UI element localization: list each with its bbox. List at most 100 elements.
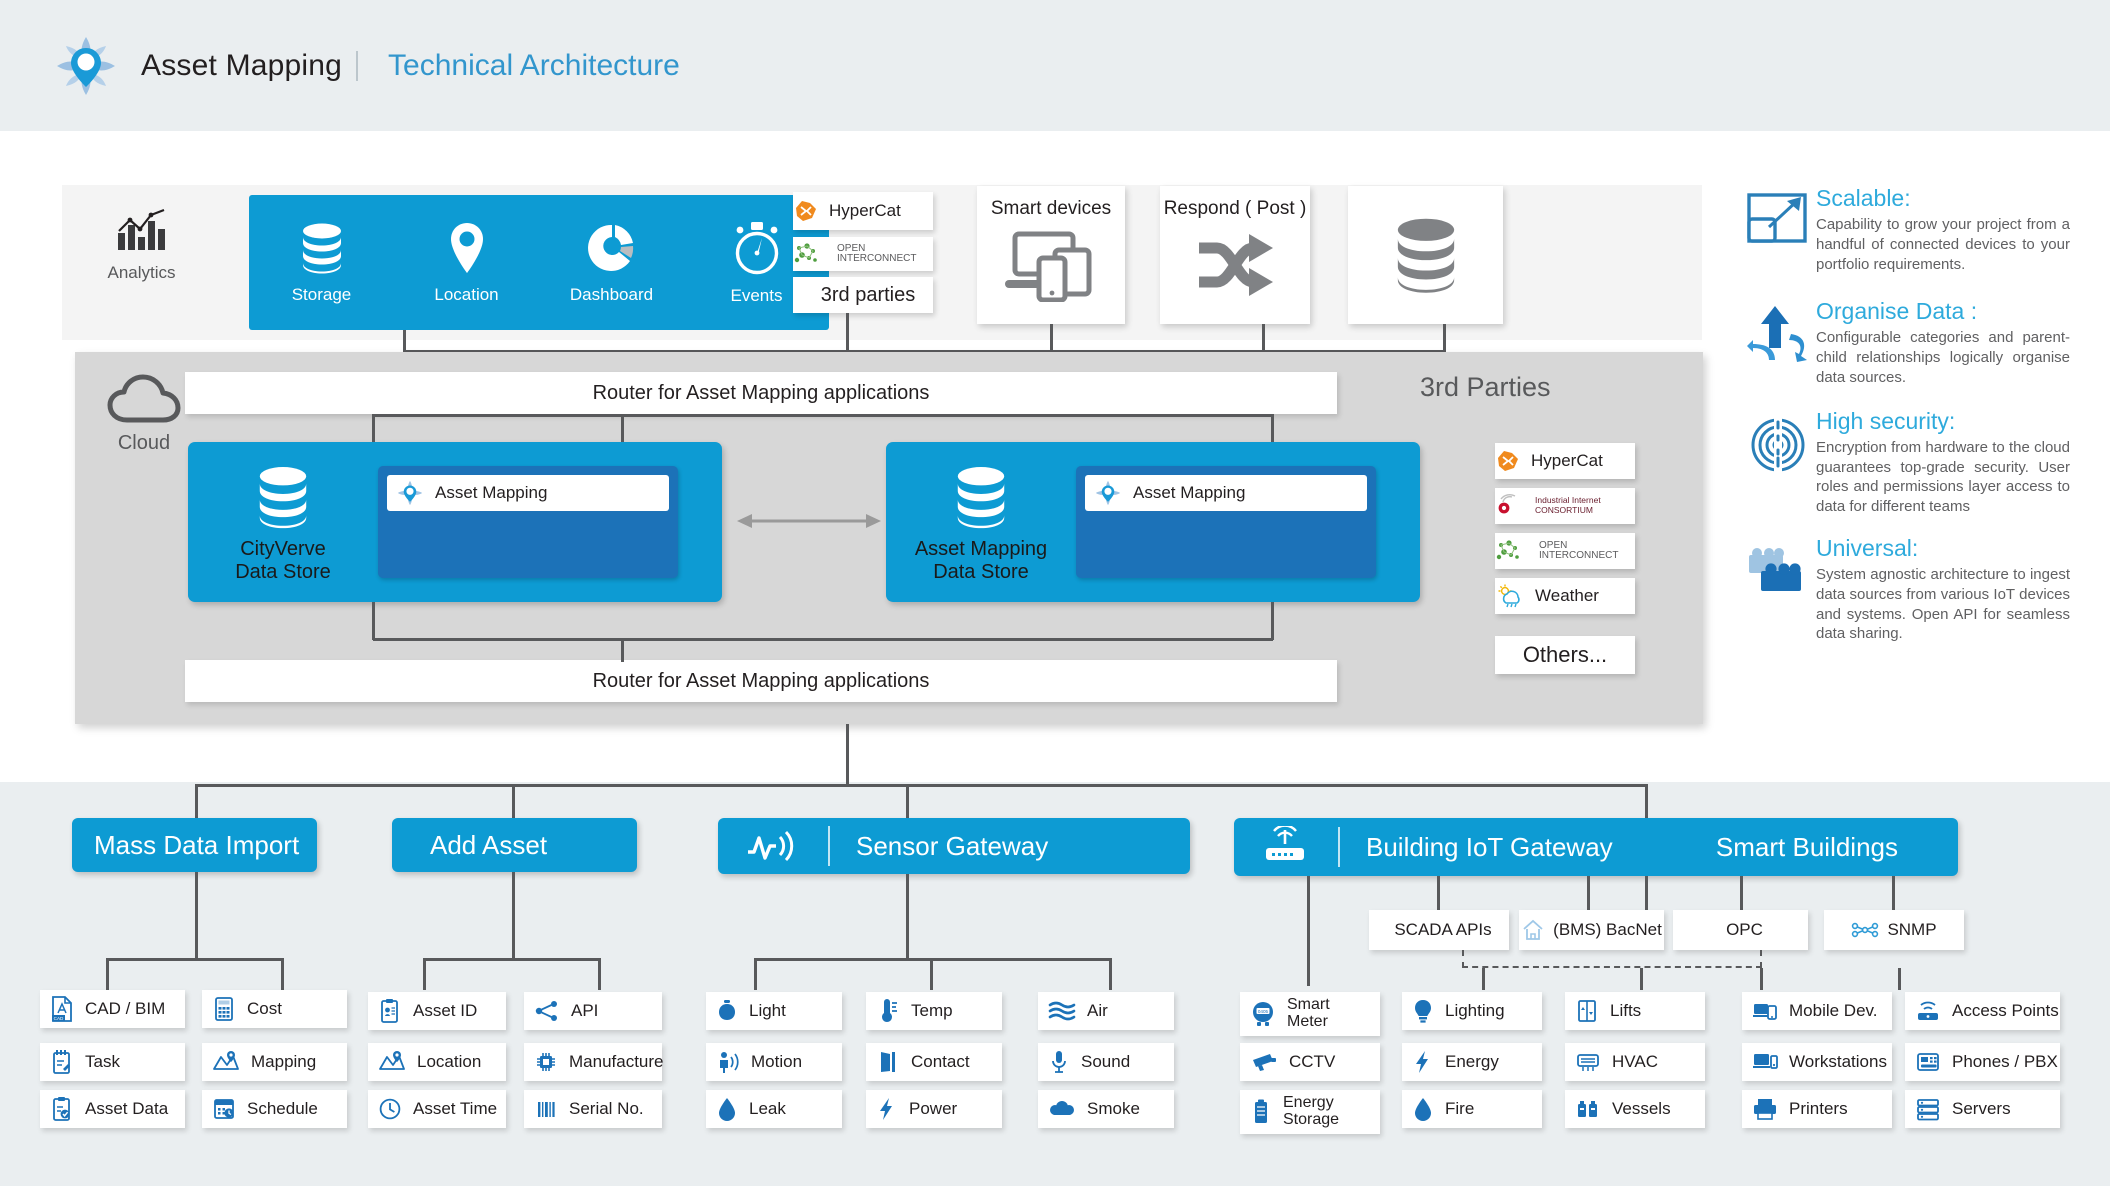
protocol-label: (BMS) BacNet: [1553, 920, 1662, 939]
leaf-location[interactable]: Location: [368, 1043, 506, 1081]
iic-logo-icon: [1495, 493, 1525, 519]
connector: [372, 414, 375, 442]
leaf-light[interactable]: Light: [706, 992, 842, 1030]
connector: [424, 958, 600, 961]
protocol-snmp[interactable]: SNMP: [1824, 910, 1964, 950]
protocol-scada-apis[interactable]: SCADA APIs: [1369, 910, 1509, 950]
leaf-fire[interactable]: Fire: [1402, 1090, 1542, 1128]
leaf-mobile-dev[interactable]: Mobile Dev.: [1742, 992, 1892, 1030]
leaf-label: Asset ID: [413, 1001, 478, 1021]
leaf-sound[interactable]: Sound: [1038, 1043, 1174, 1081]
connector: [195, 872, 198, 960]
leaf-serial-no[interactable]: Serial No.: [524, 1090, 662, 1128]
leaf-cad-bim[interactable]: CAD CAD / BIM: [40, 990, 185, 1028]
leaf-asset-id[interactable]: Asset ID: [368, 992, 506, 1030]
connector: [106, 958, 109, 990]
feature-storage[interactable]: Storage: [249, 221, 394, 305]
door-icon: [876, 1049, 900, 1075]
leaf-api[interactable]: API: [524, 992, 662, 1030]
leaf-hvac[interactable]: HVAC: [1565, 1043, 1705, 1081]
group-header-sensor-gateway[interactable]: Sensor Gateway: [718, 818, 1190, 874]
leaf-label: Motion: [751, 1052, 803, 1072]
air-waves-icon: [1048, 999, 1076, 1023]
leaf-manufacture[interactable]: Manufacture: [524, 1043, 664, 1081]
leaf-motion[interactable]: Motion: [706, 1043, 842, 1081]
platform-feature-bar: Storage Location Dashboard Events: [249, 195, 829, 330]
third-party-open-interconnect[interactable]: OPEN INTERCONNECT: [1495, 533, 1635, 569]
connector: [1640, 968, 1643, 990]
leaf-task[interactable]: Task: [40, 1043, 185, 1081]
leaf-workstations[interactable]: Workstations: [1742, 1043, 1892, 1081]
leaf-temp[interactable]: Temp: [866, 992, 1002, 1030]
protocol-opc[interactable]: OPC: [1673, 910, 1808, 950]
leaf-smoke[interactable]: Smoke: [1038, 1090, 1174, 1128]
leaf-label: Workstations: [1789, 1052, 1887, 1072]
third-party-iic[interactable]: Industrial Internet CONSORTIUM: [1495, 488, 1635, 524]
store-link-arrow: [737, 512, 881, 530]
leaf-lifts[interactable]: Lifts: [1565, 992, 1705, 1030]
leaf-cost[interactable]: Cost: [202, 990, 347, 1028]
sidebar-feature-scalable: Scalable: Capability to grow your projec…: [1740, 185, 2070, 274]
header-separator: [1338, 827, 1340, 867]
feature-dashboard[interactable]: Dashboard: [539, 221, 684, 305]
third-party-weather[interactable]: Weather: [1495, 578, 1635, 614]
asset-mapping-pin-logo: [55, 35, 117, 97]
connector: [423, 958, 426, 990]
sidebar-feature-body: Configurable categories and parent-child…: [1816, 329, 2070, 386]
leaf-leak[interactable]: Leak: [706, 1090, 842, 1128]
microphone-icon: [1048, 1049, 1070, 1075]
leaf-mapping[interactable]: Mapping: [202, 1043, 347, 1081]
asset-mapping-app-chip[interactable]: Asset Mapping: [387, 475, 669, 511]
connector: [754, 958, 757, 990]
leaf-label: Lighting: [1445, 1001, 1505, 1021]
connector: [512, 784, 515, 820]
battery-icon: [1250, 1098, 1272, 1126]
leaf-phones-pbx[interactable]: Phones / PBX: [1905, 1043, 2060, 1081]
leaf-air[interactable]: Air: [1038, 992, 1174, 1030]
asset-mapping-pin-logo: [1095, 480, 1121, 506]
fingerprint-icon: [1740, 408, 1816, 476]
group-header-mass-data-import[interactable]: Mass Data Import: [72, 818, 317, 872]
leaf-energy[interactable]: Energy: [1402, 1043, 1542, 1081]
group-title: Add Asset: [430, 829, 548, 860]
protocol-label: SNMP: [1887, 920, 1937, 939]
leaf-label: Serial No.: [569, 1099, 644, 1119]
phone-pbx-icon: [1915, 1050, 1941, 1074]
smart-meter-icon: 0405: [1250, 1000, 1276, 1028]
svg-text:CAD: CAD: [54, 1016, 64, 1021]
leaf-lighting[interactable]: Lighting: [1402, 992, 1542, 1030]
network-nodes-icon: [1851, 920, 1879, 940]
third-party-hypercat[interactable]: HyperCat: [1495, 443, 1635, 479]
top-chip-open-interconnect[interactable]: OPEN INTERCONNECT: [793, 237, 933, 271]
group-header-building-iot-gateway[interactable]: Building IoT Gateway Smart Buildings: [1234, 818, 1958, 876]
leaf-power[interactable]: Power: [866, 1090, 1002, 1128]
leaf-schedule[interactable]: Schedule: [202, 1090, 347, 1128]
protocol-label: SCADA APIs: [1394, 920, 1492, 939]
leaf-vessels[interactable]: Vessels: [1565, 1090, 1705, 1128]
top-chip-3rd-parties[interactable]: 3rd parties: [793, 277, 933, 313]
smart-devices-title: Smart devices: [990, 198, 1112, 219]
connector: [846, 724, 849, 786]
leaf-cctv[interactable]: CCTV: [1240, 1043, 1380, 1081]
leaf-asset-time[interactable]: Asset Time: [368, 1090, 506, 1128]
connector: [1262, 324, 1265, 352]
leaf-servers[interactable]: Servers: [1905, 1090, 2060, 1128]
third-party-others[interactable]: Others...: [1495, 636, 1635, 674]
feature-location[interactable]: Location: [394, 221, 539, 305]
group-header-add-asset[interactable]: Add Asset: [392, 818, 637, 872]
leaf-access-points[interactable]: Access Points: [1905, 992, 2060, 1030]
connector: [1892, 876, 1895, 910]
share-nodes-icon: [534, 998, 560, 1024]
leaf-smart-meter[interactable]: 0405 Smart Meter: [1240, 992, 1380, 1036]
scale-arrow-icon: [1740, 185, 1816, 247]
leaf-label: Servers: [1952, 1099, 2011, 1119]
asset-mapping-app-chip[interactable]: Asset Mapping: [1085, 475, 1367, 511]
leaf-asset-data[interactable]: Asset Data: [40, 1090, 185, 1128]
leaf-contact[interactable]: Contact: [866, 1043, 1002, 1081]
barcode-icon: [534, 1096, 558, 1122]
connector: [372, 602, 375, 640]
top-chip-hypercat[interactable]: HyperCat: [793, 192, 933, 230]
leaf-energy-storage[interactable]: Energy Storage: [1240, 1090, 1380, 1134]
leaf-printers[interactable]: Printers: [1742, 1090, 1892, 1128]
protocol-bms-bacnet[interactable]: (BMS) BacNet: [1519, 910, 1664, 950]
